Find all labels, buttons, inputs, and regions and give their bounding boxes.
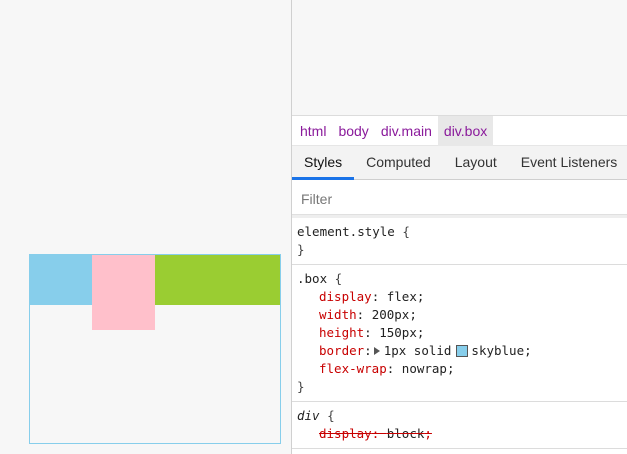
tab-styles[interactable]: Styles [292,146,355,180]
rule-selector: div [297,408,320,423]
rule-open-brace: { [327,408,335,423]
rule-close-brace: } [297,242,305,257]
rule-box[interactable]: .box { display: flex; width: 200px; heig… [292,265,627,402]
child-pink[interactable] [92,255,155,330]
declaration-width[interactable]: width: 200px; [297,306,627,324]
rule-open-brace: { [402,224,410,239]
filter-bar [292,183,627,215]
breadcrumb: html body div.main div.box [292,115,627,146]
rule-selector: .box [297,271,328,286]
child-skyblue[interactable] [30,255,92,305]
rule-open-brace: { [334,271,343,286]
breadcrumb-html[interactable]: html [294,116,332,146]
declaration-border[interactable]: border: 1px solid skyblue; [297,342,627,360]
color-swatch-icon[interactable] [456,345,469,357]
breadcrumb-div-box[interactable]: div.box [437,115,494,146]
breadcrumb-body[interactable]: body [332,116,374,146]
breadcrumb-div-main[interactable]: div.main [375,116,438,146]
filter-input[interactable] [301,190,601,207]
devtools-panel: html body div.main div.box Styles Comput… [291,0,627,454]
tab-event-listeners[interactable]: Event Listeners [509,146,627,179]
expand-triangle-icon[interactable] [373,347,380,355]
rule-selector: element.style [297,224,395,239]
rule-close-brace: } [297,379,305,394]
tab-computed[interactable]: Computed [354,146,443,179]
elements-tree-area[interactable] [292,0,627,116]
declaration-display[interactable]: display: flex; [297,288,627,306]
tab-layout[interactable]: Layout [443,146,509,179]
child-green[interactable] [155,255,280,305]
declaration-height[interactable]: height: 150px; [297,324,627,342]
declaration-display-overridden[interactable]: display: block; [297,425,627,443]
styles-tabbar: Styles Computed Layout Event Listeners [292,146,627,180]
page-viewport [0,0,291,454]
rule-element-style[interactable]: element.style { } [292,215,627,265]
rule-div-useragent[interactable]: div { display: block; [292,402,627,449]
flex-box[interactable] [29,254,281,444]
declaration-flex-wrap[interactable]: flex-wrap: nowrap; [297,360,627,378]
